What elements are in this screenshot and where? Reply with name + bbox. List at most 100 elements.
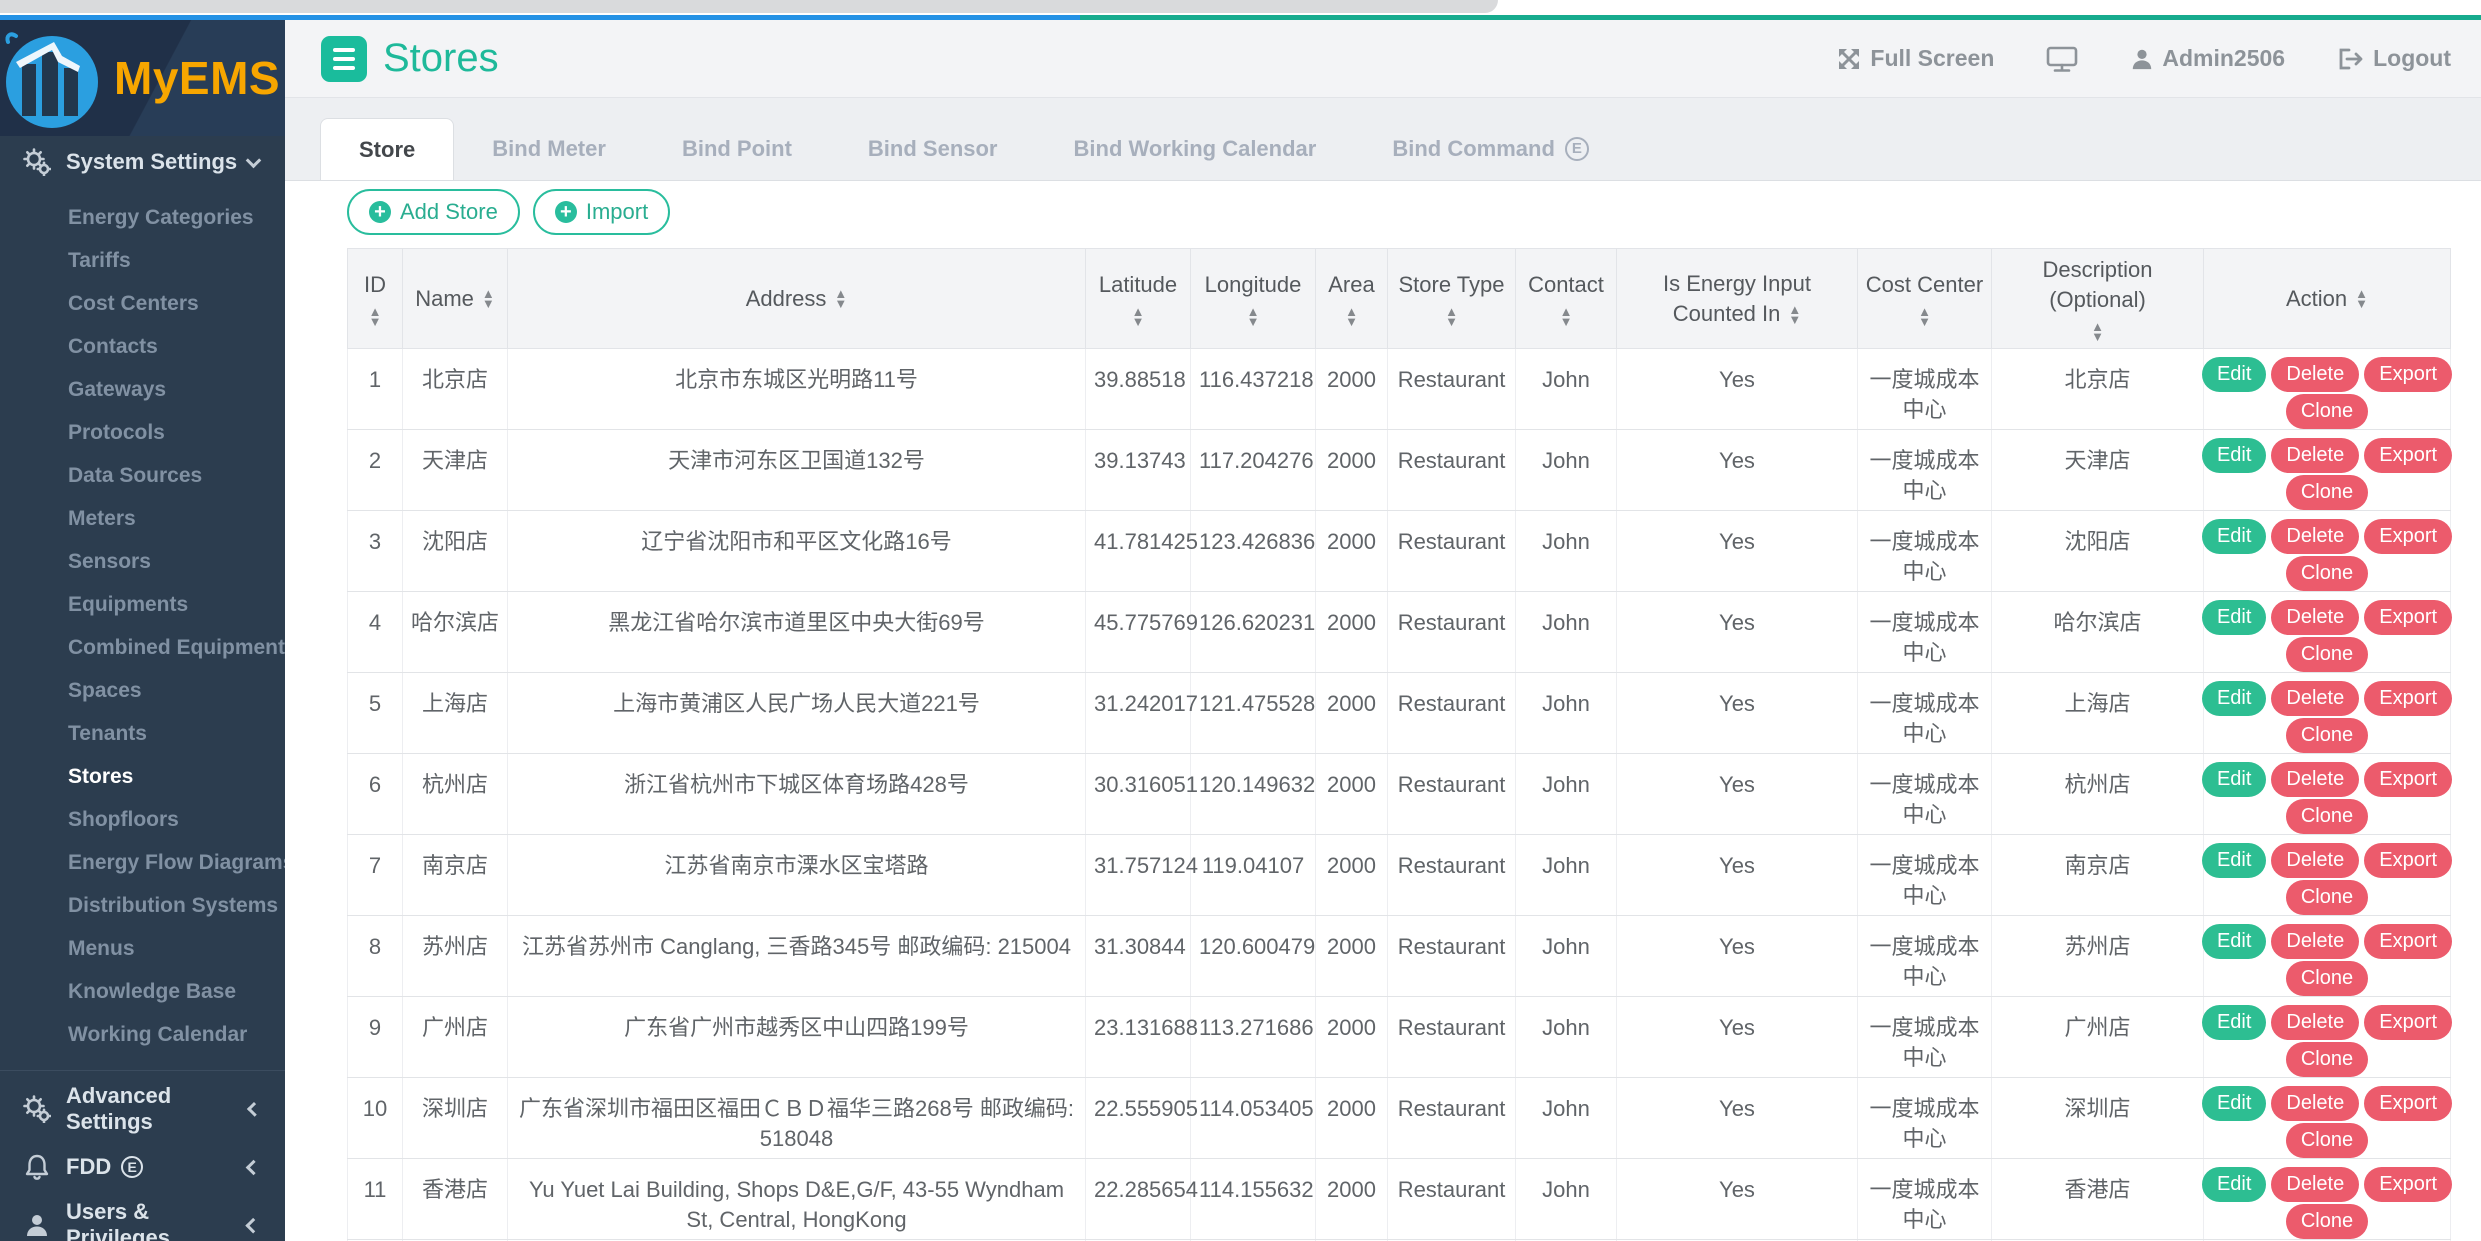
sidebar-item-energy-flow-diagrams[interactable]: Energy Flow Diagrams: [0, 841, 285, 884]
export-button[interactable]: Export: [2364, 1167, 2452, 1202]
column-header-contact[interactable]: Contact▲▼: [1516, 249, 1617, 349]
column-header-action[interactable]: Action▲▼: [2204, 249, 2451, 349]
column-header-address[interactable]: Address▲▼: [508, 249, 1086, 349]
export-button[interactable]: Export: [2364, 357, 2452, 392]
cell-area: 2000: [1316, 592, 1388, 673]
export-button[interactable]: Export: [2364, 438, 2452, 473]
clone-button[interactable]: Clone: [2286, 880, 2368, 915]
column-header-description[interactable]: Description (Optional)▲▼: [1992, 249, 2204, 349]
clone-button[interactable]: Clone: [2286, 394, 2368, 429]
edit-button[interactable]: Edit: [2202, 438, 2266, 473]
export-button[interactable]: Export: [2364, 924, 2452, 959]
delete-button[interactable]: Delete: [2271, 762, 2359, 797]
edit-button[interactable]: Edit: [2202, 681, 2266, 716]
export-button[interactable]: Export: [2364, 843, 2452, 878]
cell-contact: John: [1516, 916, 1617, 997]
edit-button[interactable]: Edit: [2202, 762, 2266, 797]
clone-button[interactable]: Clone: [2286, 1042, 2368, 1077]
import-button[interactable]: + Import: [533, 189, 670, 235]
sidebar-section-users-privileges[interactable]: Users & Privileges: [0, 1199, 285, 1241]
sidebar-item-tenants[interactable]: Tenants: [0, 712, 285, 755]
clone-button[interactable]: Clone: [2286, 961, 2368, 996]
tab-bind-meter[interactable]: Bind Meter: [454, 118, 644, 180]
cell-address: 上海市黄浦区人民广场人民大道221号: [508, 673, 1086, 754]
column-header-name[interactable]: Name▲▼: [403, 249, 508, 349]
edit-button[interactable]: Edit: [2202, 600, 2266, 635]
clone-button[interactable]: Clone: [2286, 1123, 2368, 1158]
brand[interactable]: MyEMS: [0, 20, 285, 136]
sidebar-item-knowledge-base[interactable]: Knowledge Base: [0, 970, 285, 1013]
delete-button[interactable]: Delete: [2271, 438, 2359, 473]
sort-icon: ▲▼: [369, 307, 382, 327]
tab-store[interactable]: Store: [320, 118, 454, 180]
clone-button[interactable]: Clone: [2286, 1204, 2368, 1239]
delete-button[interactable]: Delete: [2271, 681, 2359, 716]
clone-button[interactable]: Clone: [2286, 799, 2368, 834]
delete-button[interactable]: Delete: [2271, 843, 2359, 878]
column-header-cost-center[interactable]: Cost Center▲▼: [1858, 249, 1992, 349]
sidebar-item-spaces[interactable]: Spaces: [0, 669, 285, 712]
sidebar-item-stores[interactable]: Stores: [0, 755, 285, 798]
edit-button[interactable]: Edit: [2202, 519, 2266, 554]
sidebar-item-working-calendar[interactable]: Working Calendar: [0, 1013, 285, 1056]
column-header-area[interactable]: Area▲▼: [1316, 249, 1388, 349]
delete-button[interactable]: Delete: [2271, 1167, 2359, 1202]
edit-button[interactable]: Edit: [2202, 1086, 2266, 1121]
sidebar-item-tariffs[interactable]: Tariffs: [0, 239, 285, 282]
user-menu[interactable]: Admin2506: [2130, 45, 2285, 72]
delete-button[interactable]: Delete: [2271, 924, 2359, 959]
logout-button[interactable]: Logout: [2337, 45, 2451, 72]
column-header-store-type[interactable]: Store Type▲▼: [1388, 249, 1516, 349]
column-header-is-energy-input-counted-in[interactable]: Is Energy Input Counted In▲▼: [1617, 249, 1858, 349]
column-header-id[interactable]: ID▲▼: [348, 249, 403, 349]
cell-store-type: Restaurant: [1388, 349, 1516, 430]
tab-bind-command[interactable]: Bind Command E: [1354, 118, 1627, 180]
sidebar-item-combined-equipments[interactable]: Combined Equipments: [0, 626, 285, 669]
sidebar-section-fdd[interactable]: FDD E: [0, 1141, 285, 1193]
delete-button[interactable]: Delete: [2271, 1005, 2359, 1040]
delete-button[interactable]: Delete: [2271, 357, 2359, 392]
sidebar-item-sensors[interactable]: Sensors: [0, 540, 285, 583]
edit-button[interactable]: Edit: [2202, 1005, 2266, 1040]
clone-button[interactable]: Clone: [2286, 637, 2368, 672]
tab-bind-working-calendar[interactable]: Bind Working Calendar: [1036, 118, 1355, 180]
fullscreen-button[interactable]: Full Screen: [1836, 45, 1994, 72]
sidebar-item-cost-centers[interactable]: Cost Centers: [0, 282, 285, 325]
export-button[interactable]: Export: [2364, 600, 2452, 635]
export-button[interactable]: Export: [2364, 1005, 2452, 1040]
sidebar-item-protocols[interactable]: Protocols: [0, 411, 285, 454]
clone-button[interactable]: Clone: [2286, 475, 2368, 510]
column-header-latitude[interactable]: Latitude▲▼: [1086, 249, 1191, 349]
add-store-button[interactable]: + Add Store: [347, 189, 520, 235]
delete-button[interactable]: Delete: [2271, 1086, 2359, 1121]
sort-icon: ▲▼: [2091, 322, 2104, 342]
sidebar-item-contacts[interactable]: Contacts: [0, 325, 285, 368]
edit-button[interactable]: Edit: [2202, 843, 2266, 878]
export-button[interactable]: Export: [2364, 762, 2452, 797]
delete-button[interactable]: Delete: [2271, 519, 2359, 554]
tab-bind-point[interactable]: Bind Point: [644, 118, 830, 180]
edit-button[interactable]: Edit: [2202, 357, 2266, 392]
display-mode-button[interactable]: [2046, 45, 2078, 73]
tab-bind-sensor[interactable]: Bind Sensor: [830, 118, 1036, 180]
sidebar-item-meters[interactable]: Meters: [0, 497, 285, 540]
delete-button[interactable]: Delete: [2271, 600, 2359, 635]
sidebar-item-gateways[interactable]: Gateways: [0, 368, 285, 411]
sidebar-section-advanced-settings[interactable]: Advanced Settings: [0, 1083, 285, 1135]
sidebar-item-menus[interactable]: Menus: [0, 927, 285, 970]
edit-button[interactable]: Edit: [2202, 1167, 2266, 1202]
sidebar-item-shopfloors[interactable]: Shopfloors: [0, 798, 285, 841]
enterprise-badge-icon: E: [121, 1156, 143, 1178]
column-header-longitude[interactable]: Longitude▲▼: [1191, 249, 1316, 349]
export-button[interactable]: Export: [2364, 1086, 2452, 1121]
sidebar-item-distribution-systems[interactable]: Distribution Systems: [0, 884, 285, 927]
clone-button[interactable]: Clone: [2286, 718, 2368, 753]
sidebar-item-data-sources[interactable]: Data Sources: [0, 454, 285, 497]
clone-button[interactable]: Clone: [2286, 556, 2368, 591]
export-button[interactable]: Export: [2364, 519, 2452, 554]
edit-button[interactable]: Edit: [2202, 924, 2266, 959]
export-button[interactable]: Export: [2364, 681, 2452, 716]
sidebar-section-system-settings[interactable]: System Settings: [0, 136, 285, 188]
sidebar-item-energy-categories[interactable]: Energy Categories: [0, 196, 285, 239]
sidebar-item-equipments[interactable]: Equipments: [0, 583, 285, 626]
